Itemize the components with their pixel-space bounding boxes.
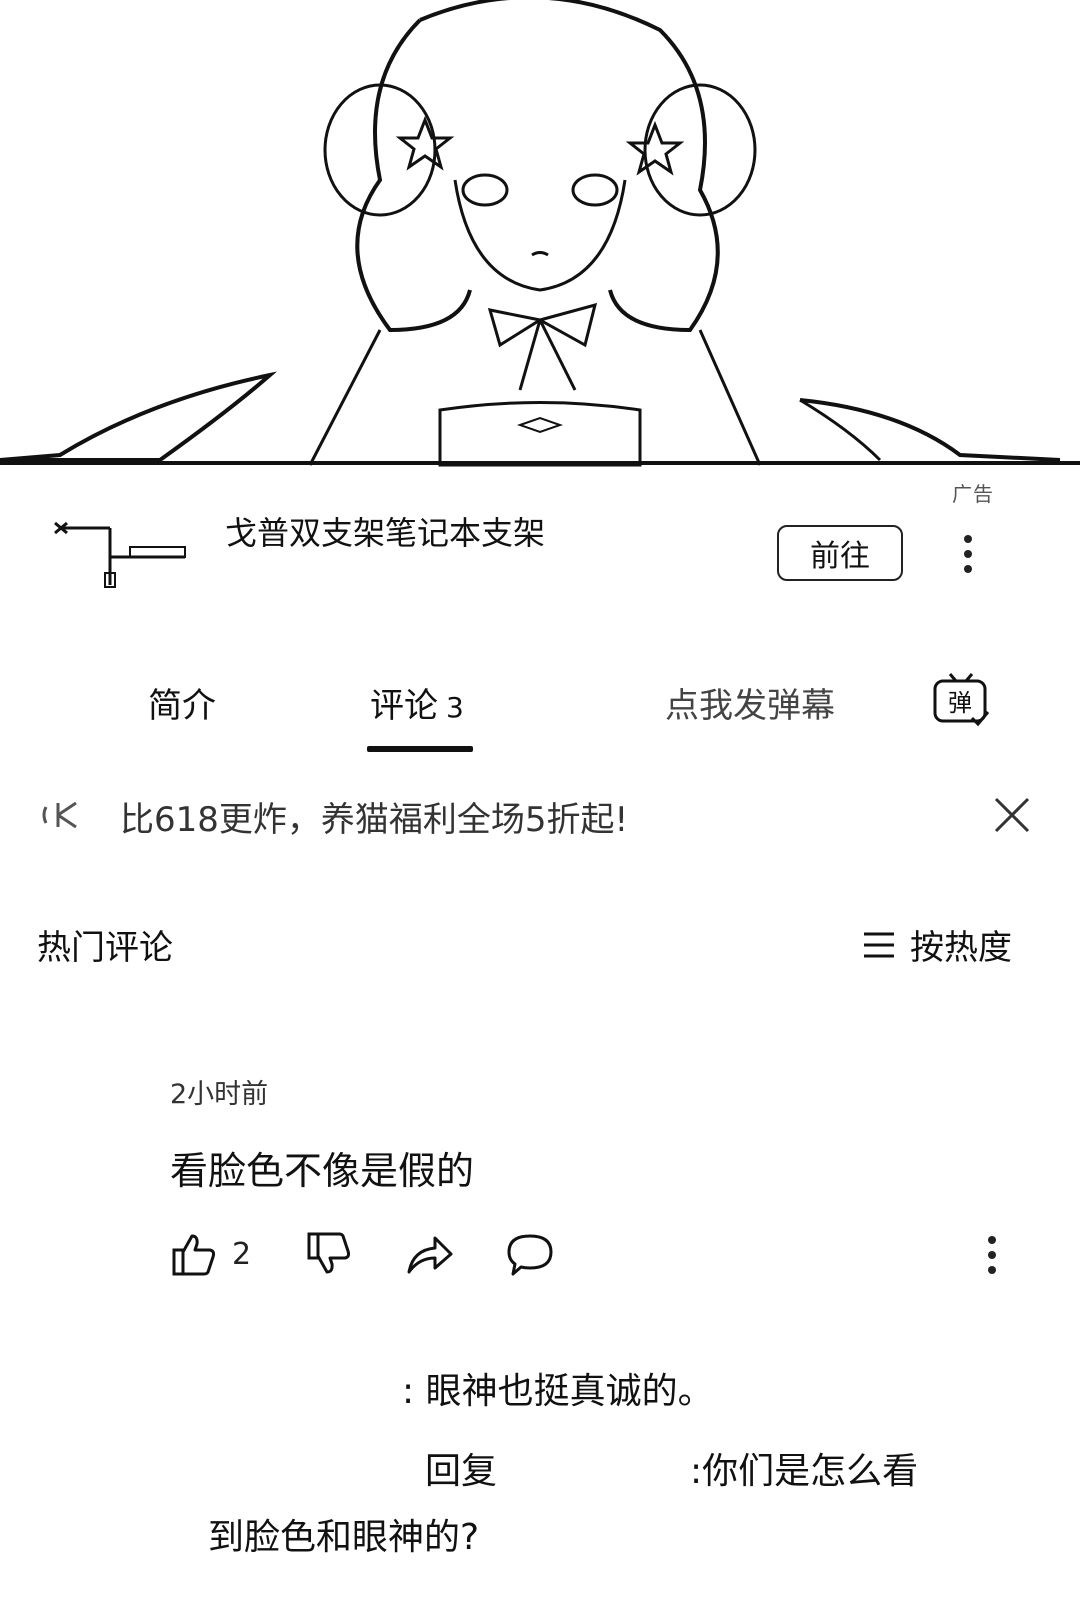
dislike-button[interactable] xyxy=(305,1230,353,1278)
danmaku-input[interactable]: 点我发弹幕 xyxy=(665,678,835,727)
more-dot-icon xyxy=(988,1236,996,1244)
like-button[interactable] xyxy=(170,1230,218,1278)
laptop-stand-icon xyxy=(54,521,186,588)
tab-intro[interactable]: 简介 xyxy=(148,678,216,727)
active-tab-indicator xyxy=(367,746,473,752)
video-thumbnail[interactable] xyxy=(0,0,1080,470)
sort-label: 按热度 xyxy=(910,928,1012,968)
reply-2-continuation[interactable]: 到脸色和眼神的? xyxy=(208,1508,479,1560)
promo-speaker-icon xyxy=(38,795,108,835)
anime-character-illustration xyxy=(0,0,1080,470)
ad-more-options-button[interactable] xyxy=(948,524,988,584)
comment-bubble-icon xyxy=(507,1234,553,1276)
danmaku-tv-icon: 弹 xyxy=(933,673,990,727)
share-arrow-icon xyxy=(407,1236,453,1274)
sort-button[interactable]: 按热度 xyxy=(862,920,1012,969)
ad-go-button[interactable]: 前往 xyxy=(777,525,903,581)
thumbs-down-icon xyxy=(307,1232,351,1274)
more-dot-icon xyxy=(964,535,972,543)
thumbs-up-icon xyxy=(172,1234,216,1276)
tab-comments-label: 评论 xyxy=(370,686,438,726)
share-button[interactable] xyxy=(405,1230,455,1278)
danmaku-toggle-button[interactable]: 弹 xyxy=(930,668,992,730)
close-icon xyxy=(994,797,1030,833)
menu-lines-icon xyxy=(864,932,894,957)
like-count: 2 xyxy=(232,1237,252,1272)
promo-text[interactable]: 比618更炸，养猫福利全场5折起! xyxy=(120,792,628,841)
tab-comments[interactable]: 评论 3 xyxy=(370,678,464,727)
reply-1[interactable]: : 眼神也挺真诚的。 xyxy=(402,1362,714,1414)
ad-badge: 广告 xyxy=(952,482,994,506)
promo-close-button[interactable] xyxy=(992,795,1032,835)
ad-product-thumbnail[interactable] xyxy=(45,515,195,600)
reply-2-prefix: 回复 xyxy=(425,1451,498,1492)
comment-time: 2小时前 xyxy=(170,1079,269,1110)
comment-more-options-button[interactable] xyxy=(972,1225,1012,1285)
danmaku-icon-label: 弹 xyxy=(948,689,972,717)
hot-comments-title: 热门评论 xyxy=(37,928,173,968)
tab-comments-count: 3 xyxy=(446,691,464,724)
comment-content[interactable]: 看脸色不像是假的 xyxy=(170,1140,474,1195)
tab-intro-label: 简介 xyxy=(148,686,216,726)
ad-title[interactable]: 戈普双支架笔记本支架 xyxy=(225,508,545,554)
reply-button[interactable] xyxy=(505,1230,555,1278)
reply-2-text[interactable]: :你们是怎么看 xyxy=(690,1442,918,1494)
